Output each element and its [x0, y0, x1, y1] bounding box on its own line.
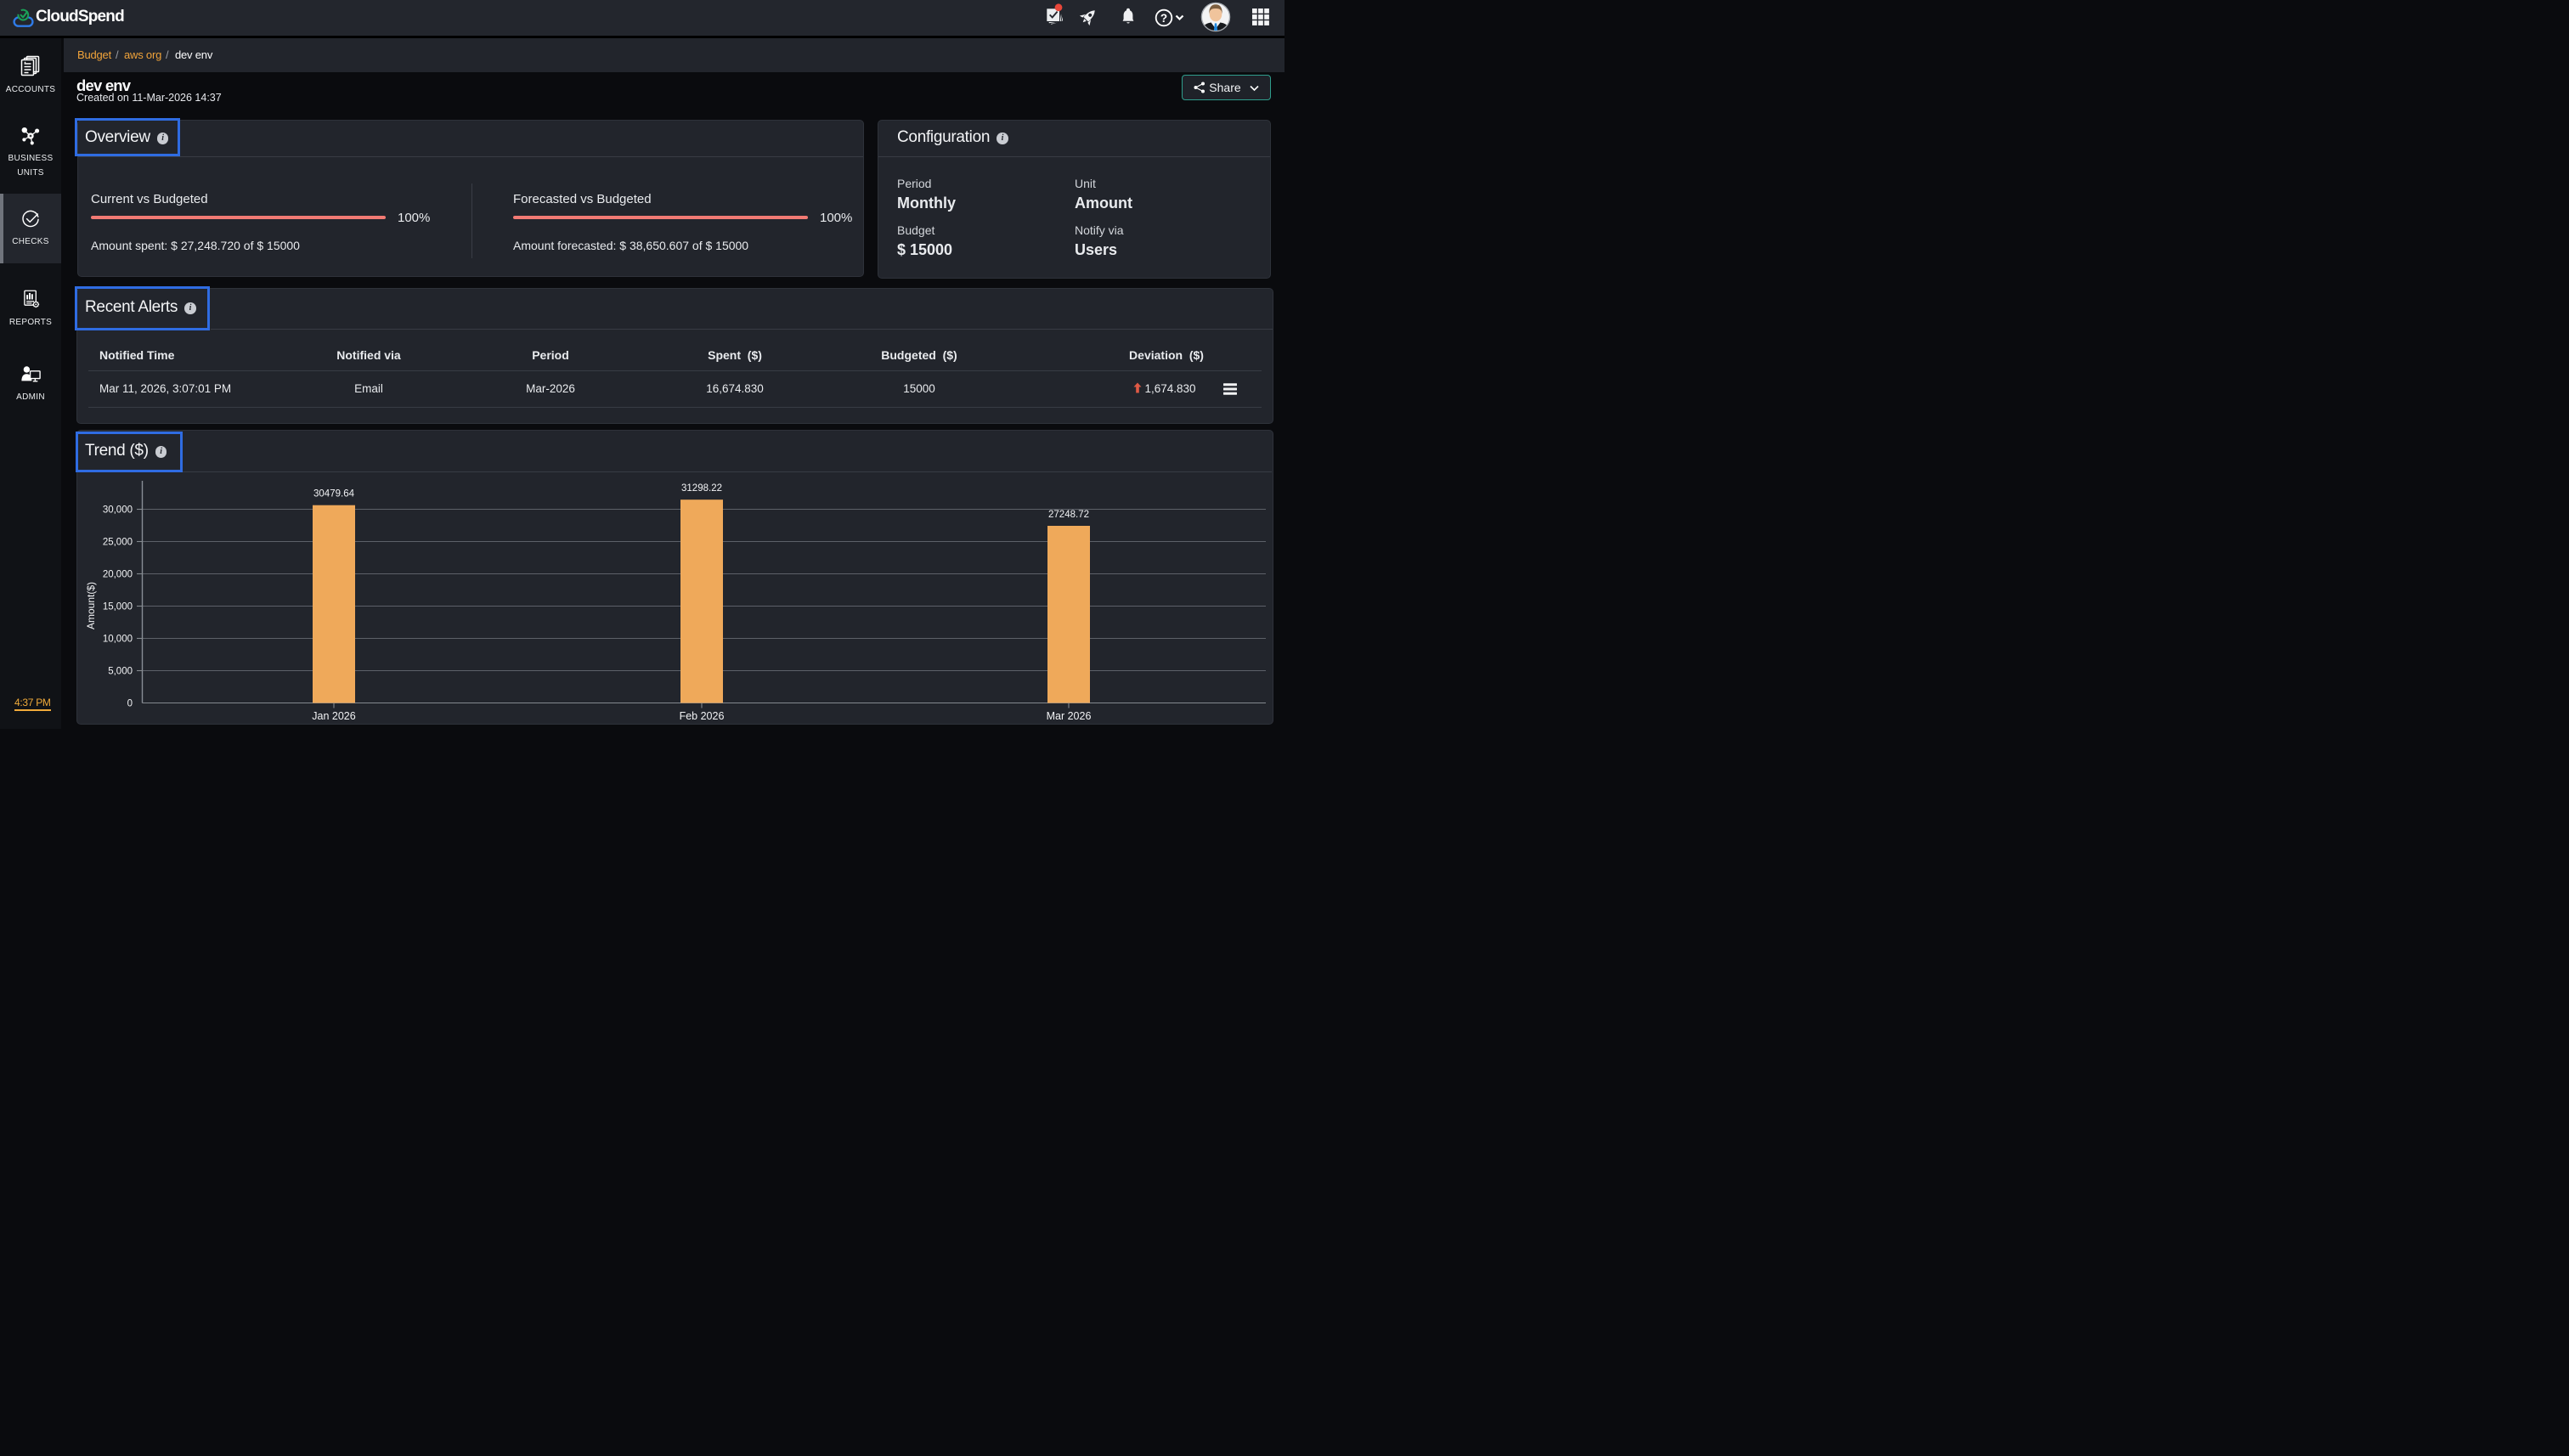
- svg-text:25,000: 25,000: [103, 538, 133, 548]
- svg-text:Feb 2026: Feb 2026: [680, 710, 725, 722]
- svg-text:27248.72: 27248.72: [1048, 510, 1089, 520]
- svg-text:?: ?: [1160, 12, 1167, 25]
- svg-text:5,000: 5,000: [108, 667, 133, 677]
- svg-text:Jan 2026: Jan 2026: [312, 710, 355, 722]
- svg-text:Mar 2026: Mar 2026: [1047, 710, 1092, 722]
- svg-text:0: 0: [127, 699, 133, 709]
- svg-text:10,000: 10,000: [103, 635, 133, 645]
- svg-text:15,000: 15,000: [103, 602, 133, 612]
- svg-text:31298.22: 31298.22: [681, 483, 722, 494]
- svg-text:30479.64: 30479.64: [313, 489, 355, 499]
- svg-text:Amount($): Amount($): [85, 582, 97, 629]
- svg-text:30,000: 30,000: [103, 505, 133, 516]
- svg-text:20,000: 20,000: [103, 570, 133, 580]
